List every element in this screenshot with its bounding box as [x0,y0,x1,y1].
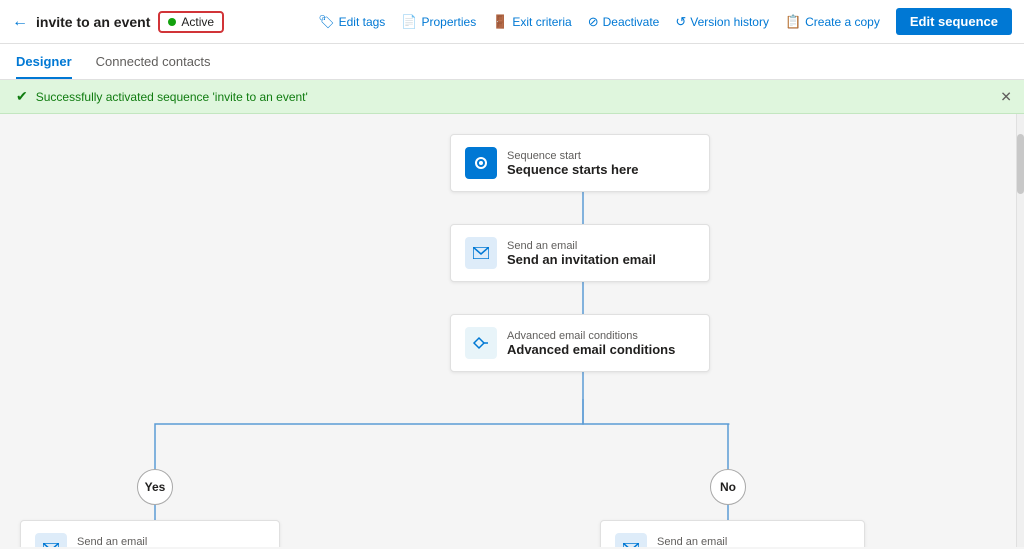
close-banner-button[interactable]: ✕ [1000,88,1012,105]
advanced-conditions-title: Advanced email conditions [507,342,675,357]
scrollbar-track [1016,114,1024,547]
header-actions: 🏷 Edit tags 📄 Properties 🚪 Exit criteria… [318,8,1012,35]
send-invitation-label: Send an email [507,240,656,252]
tab-connected-contacts[interactable]: Connected contacts [96,54,211,79]
send-invitation-icon [465,237,497,269]
success-check-icon: ✔ [16,88,28,105]
send-invitation-title: Send an invitation email [507,252,656,267]
active-dot [168,18,176,26]
sequence-start-title: Sequence starts here [507,162,639,177]
page-title: invite to an event [36,14,150,30]
success-banner: ✔ Successfully activated sequence 'invit… [0,80,1024,114]
create-copy-icon: 📋 [785,14,801,30]
back-button[interactable]: ← [12,13,28,31]
version-history-action[interactable]: ↺ Version history [675,14,769,30]
scrollbar-thumb[interactable] [1017,134,1024,194]
follow-up-label: Send an email [657,536,836,548]
header: ← invite to an event Active 🏷 Edit tags … [0,0,1024,44]
advanced-conditions-text: Advanced email conditions Advanced email… [507,330,675,357]
yes-branch-label: Yes [137,469,173,505]
deactivate-icon: ⊘ [588,14,599,30]
advanced-conditions-node[interactable]: Advanced email conditions Advanced email… [450,314,710,372]
send-invitation-text: Send an email Send an invitation email [507,240,656,267]
tab-designer[interactable]: Designer [16,54,72,79]
active-label: Active [181,15,214,29]
send-confirmation-label: Send an email [77,536,239,548]
follow-up-node[interactable]: Send an email Follow up email for the ev… [600,520,865,547]
active-badge: Active [158,11,224,33]
version-history-icon: ↺ [675,14,686,30]
exit-criteria-icon: 🚪 [492,14,508,30]
flow-canvas: Sequence start Sequence starts here Send… [0,114,1024,547]
send-invitation-node[interactable]: Send an email Send an invitation email [450,224,710,282]
edit-tags-action[interactable]: 🏷 Edit tags [318,14,385,30]
nav-tabs: Designer Connected contacts [0,44,1024,80]
sequence-start-text: Sequence start Sequence starts here [507,150,639,177]
sequence-start-node[interactable]: Sequence start Sequence starts here [450,134,710,192]
create-copy-action[interactable]: 📋 Create a copy [785,14,880,30]
follow-up-text: Send an email Follow up email for the ev… [657,536,836,548]
advanced-conditions-label: Advanced email conditions [507,330,675,342]
success-message: Successfully activated sequence 'invite … [36,90,308,104]
deactivate-action[interactable]: ⊘ Deactivate [588,14,660,30]
sequence-start-label: Sequence start [507,150,639,162]
send-confirmation-icon [35,533,67,547]
no-branch-label: No [710,469,746,505]
send-confirmation-text: Send an email Send a confirmation email [77,536,239,548]
send-confirmation-node[interactable]: Send an email Send a confirmation email [20,520,280,547]
edit-sequence-button[interactable]: Edit sequence [896,8,1012,35]
sequence-start-icon [465,147,497,179]
tag-icon: 🏷 [318,14,335,30]
properties-icon: 📄 [401,14,417,30]
advanced-conditions-icon [465,327,497,359]
follow-up-icon [615,533,647,547]
properties-action[interactable]: 📄 Properties [401,14,476,30]
exit-criteria-action[interactable]: 🚪 Exit criteria [492,14,572,30]
